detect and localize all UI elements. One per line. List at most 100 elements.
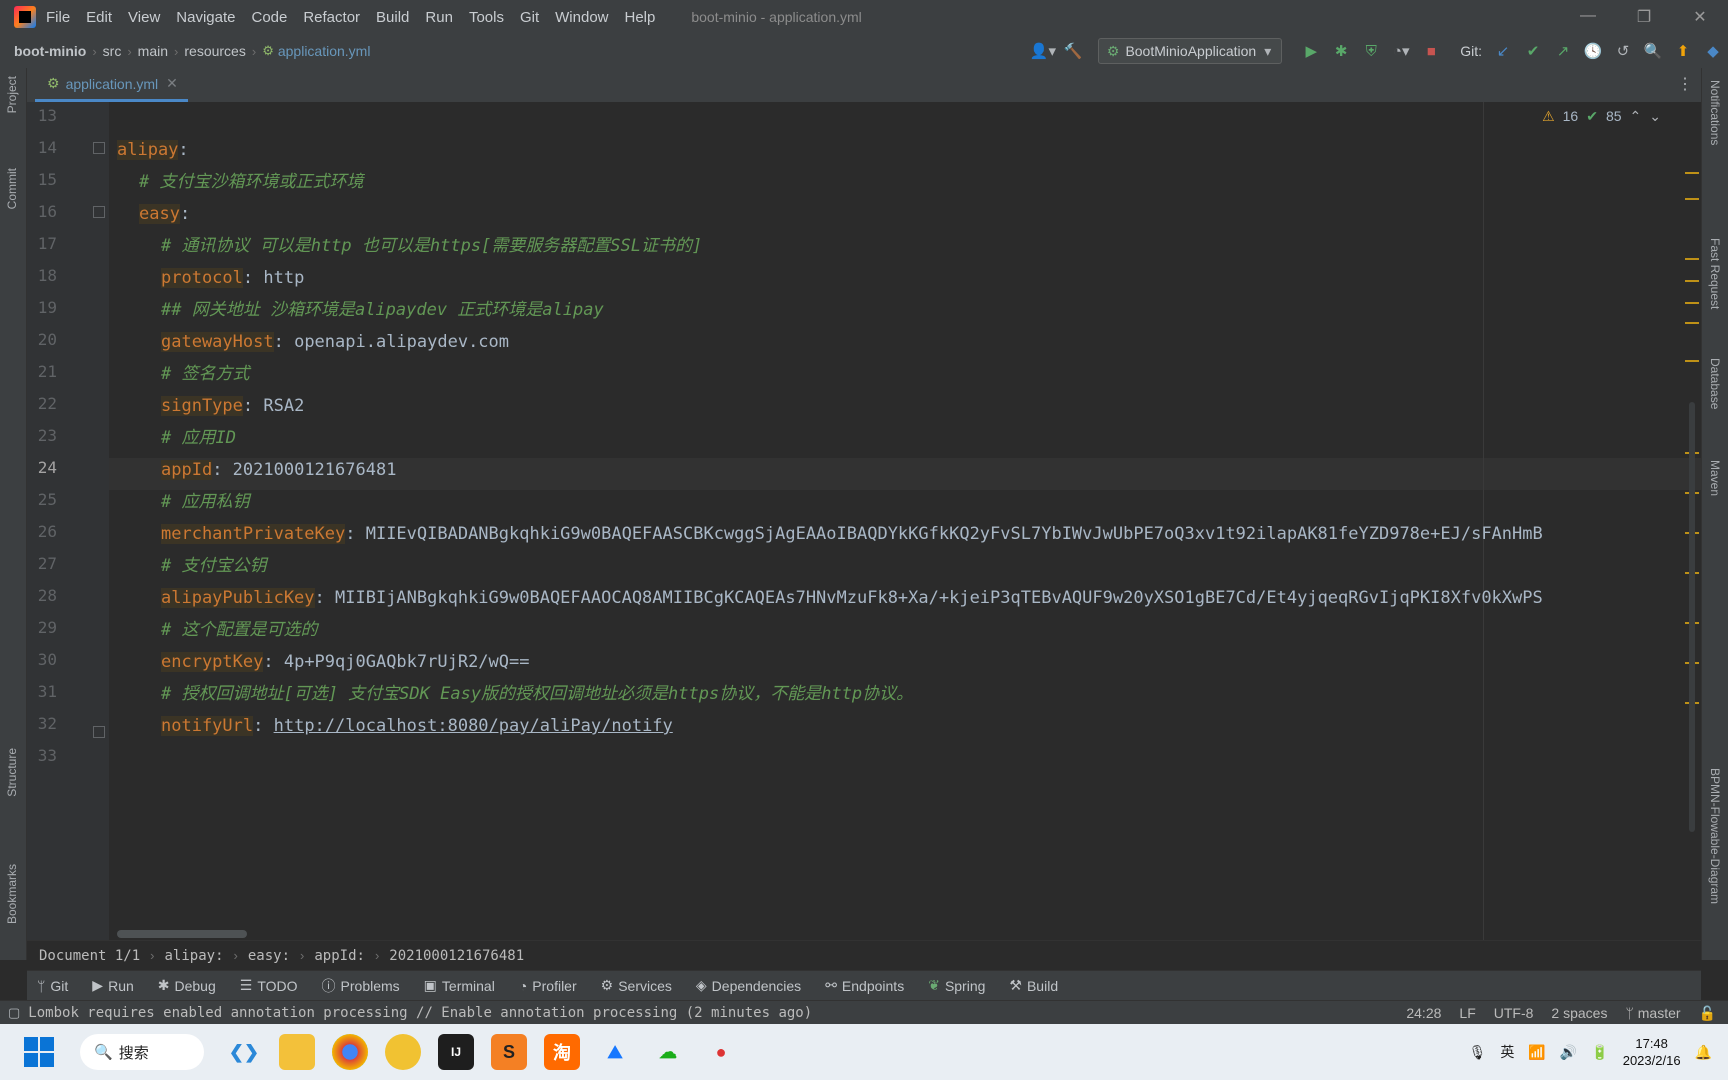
tool-todo[interactable]: ☰ TODO (240, 977, 298, 994)
warning-marker[interactable] (1685, 258, 1699, 260)
user-icon[interactable]: 👤▾ (1028, 39, 1058, 63)
volume-icon[interactable]: 🔊 (1560, 1044, 1577, 1061)
close-tab-icon[interactable]: ✕ (166, 75, 178, 92)
tool-run[interactable]: ▶ Run (92, 977, 133, 994)
panel-toggle-icon[interactable]: ▢ (8, 1005, 20, 1021)
chat-app-icon[interactable]: ☁ (650, 1034, 686, 1070)
caret-position[interactable]: 24:28 (1406, 1005, 1441, 1021)
recorder-icon[interactable]: ● (703, 1034, 739, 1070)
intellij-logo-icon[interactable] (14, 6, 36, 28)
history-icon[interactable]: 🕓 (1578, 39, 1608, 63)
vscode-icon[interactable]: ❮❯ (226, 1034, 262, 1070)
git-push-icon[interactable]: ↗ (1548, 39, 1578, 63)
tab-application-yml[interactable]: ⚙ application.yml ✕ (35, 68, 188, 102)
tool-services[interactable]: ⚙ Services (601, 977, 672, 994)
git-commit-icon[interactable]: ✔ (1518, 39, 1548, 63)
breadcrumb-easy[interactable]: easy: (248, 948, 290, 964)
tool-spring[interactable]: ❦ Spring (928, 977, 985, 994)
structure-tool-button[interactable]: Structure (5, 748, 19, 797)
inspection-widget[interactable]: ⚠ 16 ✔ 85 ⌃ ⌄ (1542, 108, 1661, 125)
tool-debug[interactable]: ✱ Debug (158, 977, 216, 994)
plugin-icon[interactable]: ◆ (1698, 39, 1728, 63)
clock[interactable]: 17:48 2023/2/16 (1623, 1035, 1681, 1069)
tool-profiler[interactable]: ◔ Profiler (519, 978, 577, 994)
fold-toggle-icon[interactable] (93, 142, 105, 154)
menu-edit[interactable]: Edit (86, 9, 112, 26)
close-button[interactable]: ✕ (1672, 7, 1728, 27)
warning-marker[interactable] (1685, 360, 1699, 362)
notifications-tool-button[interactable]: Notifications (1708, 80, 1722, 145)
update-icon[interactable]: ⬆ (1668, 39, 1698, 63)
menu-code[interactable]: Code (251, 9, 287, 26)
ime-indicator[interactable]: 英 (1500, 1042, 1514, 1062)
breadcrumb-resources[interactable]: resources (184, 43, 245, 59)
debug-icon[interactable]: ✱ (1326, 39, 1356, 63)
windows-start-icon[interactable] (24, 1037, 54, 1067)
hammer-icon[interactable]: 🔨 (1058, 39, 1088, 63)
line-separator[interactable]: LF (1459, 1005, 1475, 1021)
menu-refactor[interactable]: Refactor (303, 9, 360, 26)
breadcrumb-document[interactable]: Document 1/1 (39, 948, 140, 964)
menu-file[interactable]: File (46, 9, 70, 26)
microphone-icon[interactable]: 🎙 (1469, 1044, 1487, 1061)
fold-toggle-icon[interactable] (93, 726, 105, 738)
profile-icon[interactable]: ◔▾ (1386, 39, 1416, 63)
warning-marker[interactable] (1685, 280, 1699, 282)
run-configuration-select[interactable]: ⚙ BootMinioApplication ▾ (1097, 38, 1283, 64)
breadcrumb-file[interactable]: application.yml (278, 43, 371, 59)
lock-icon[interactable]: 🔓 (1699, 1005, 1716, 1022)
breadcrumb-main[interactable]: main (138, 43, 168, 59)
breadcrumb-src[interactable]: src (103, 43, 122, 59)
rollback-icon[interactable]: ↺ (1608, 39, 1638, 63)
fold-toggle-icon[interactable] (93, 206, 105, 218)
cartoon-app-icon[interactable] (385, 1034, 421, 1070)
minimize-button[interactable]: — (1560, 7, 1616, 27)
chevron-up-icon[interactable]: ⌃ (1630, 108, 1642, 125)
git-update-icon[interactable]: ↙ (1488, 39, 1518, 63)
status-message[interactable]: Lombok requires enabled annotation proce… (28, 1005, 812, 1021)
restore-button[interactable]: ❐ (1616, 7, 1672, 27)
breadcrumb-appid[interactable]: appId: (314, 948, 365, 964)
code-editor[interactable]: alipay: # 支付宝沙箱环境或正式环境 easy: # 通讯协议 可以是h… (109, 102, 1701, 940)
tool-problems[interactable]: ⓘ Problems (322, 976, 400, 996)
run-icon[interactable]: ▶ (1296, 39, 1326, 63)
bookmarks-tool-button[interactable]: Bookmarks (5, 864, 19, 924)
commit-tool-button[interactable]: Commit (5, 168, 19, 209)
notify-url-link[interactable]: http://localhost:8080/pay/aliPay/notify (274, 716, 673, 736)
bpmn-tool-button[interactable]: BPMN-Flowable-Diagram (1708, 768, 1722, 904)
tool-dependencies[interactable]: ◈ Dependencies (696, 977, 801, 994)
warning-marker[interactable] (1685, 322, 1699, 324)
warning-marker[interactable] (1685, 198, 1699, 200)
taskbar-search[interactable]: 🔍 搜索 (80, 1034, 204, 1070)
menu-navigate[interactable]: Navigate (176, 9, 235, 26)
fast-request-tool-button[interactable]: Fast Request (1708, 238, 1722, 309)
file-explorer-icon[interactable] (279, 1034, 315, 1070)
project-tool-button[interactable]: Project (5, 76, 19, 113)
breadcrumb-project[interactable]: boot-minio (14, 43, 86, 59)
menu-git[interactable]: Git (520, 9, 539, 26)
chevron-down-icon[interactable]: ⌄ (1649, 108, 1661, 125)
notification-bell-icon[interactable]: 🔔 (1695, 1044, 1712, 1061)
menu-view[interactable]: View (128, 9, 160, 26)
breadcrumb-appid-value[interactable]: 2021000121676481 (389, 948, 524, 964)
tool-endpoints[interactable]: ⚯ Endpoints (825, 977, 904, 994)
battery-icon[interactable]: 🔋 (1591, 1044, 1608, 1061)
database-tool-button[interactable]: Database (1708, 358, 1722, 409)
taobao-icon[interactable]: 淘 (544, 1034, 580, 1070)
tool-build[interactable]: ⚒ Build (1009, 977, 1058, 994)
warning-marker[interactable] (1685, 302, 1699, 304)
menu-build[interactable]: Build (376, 9, 409, 26)
tool-terminal[interactable]: ▣ Terminal (424, 977, 495, 994)
file-encoding[interactable]: UTF-8 (1494, 1005, 1534, 1021)
menu-help[interactable]: Help (625, 9, 656, 26)
breadcrumb-alipay[interactable]: alipay: (165, 948, 224, 964)
horizontal-scrollbar[interactable] (117, 930, 247, 938)
search-icon[interactable]: 🔍 (1638, 39, 1668, 63)
git-branch[interactable]: ᛘ master (1625, 1005, 1680, 1021)
intellij-taskbar-icon[interactable]: IJ (438, 1034, 474, 1070)
sublime-icon[interactable]: S (491, 1034, 527, 1070)
wifi-icon[interactable]: 📶 (1528, 1044, 1545, 1061)
vertical-scrollbar[interactable] (1689, 402, 1695, 832)
warning-marker[interactable] (1685, 172, 1699, 174)
chrome-icon[interactable] (332, 1034, 368, 1070)
